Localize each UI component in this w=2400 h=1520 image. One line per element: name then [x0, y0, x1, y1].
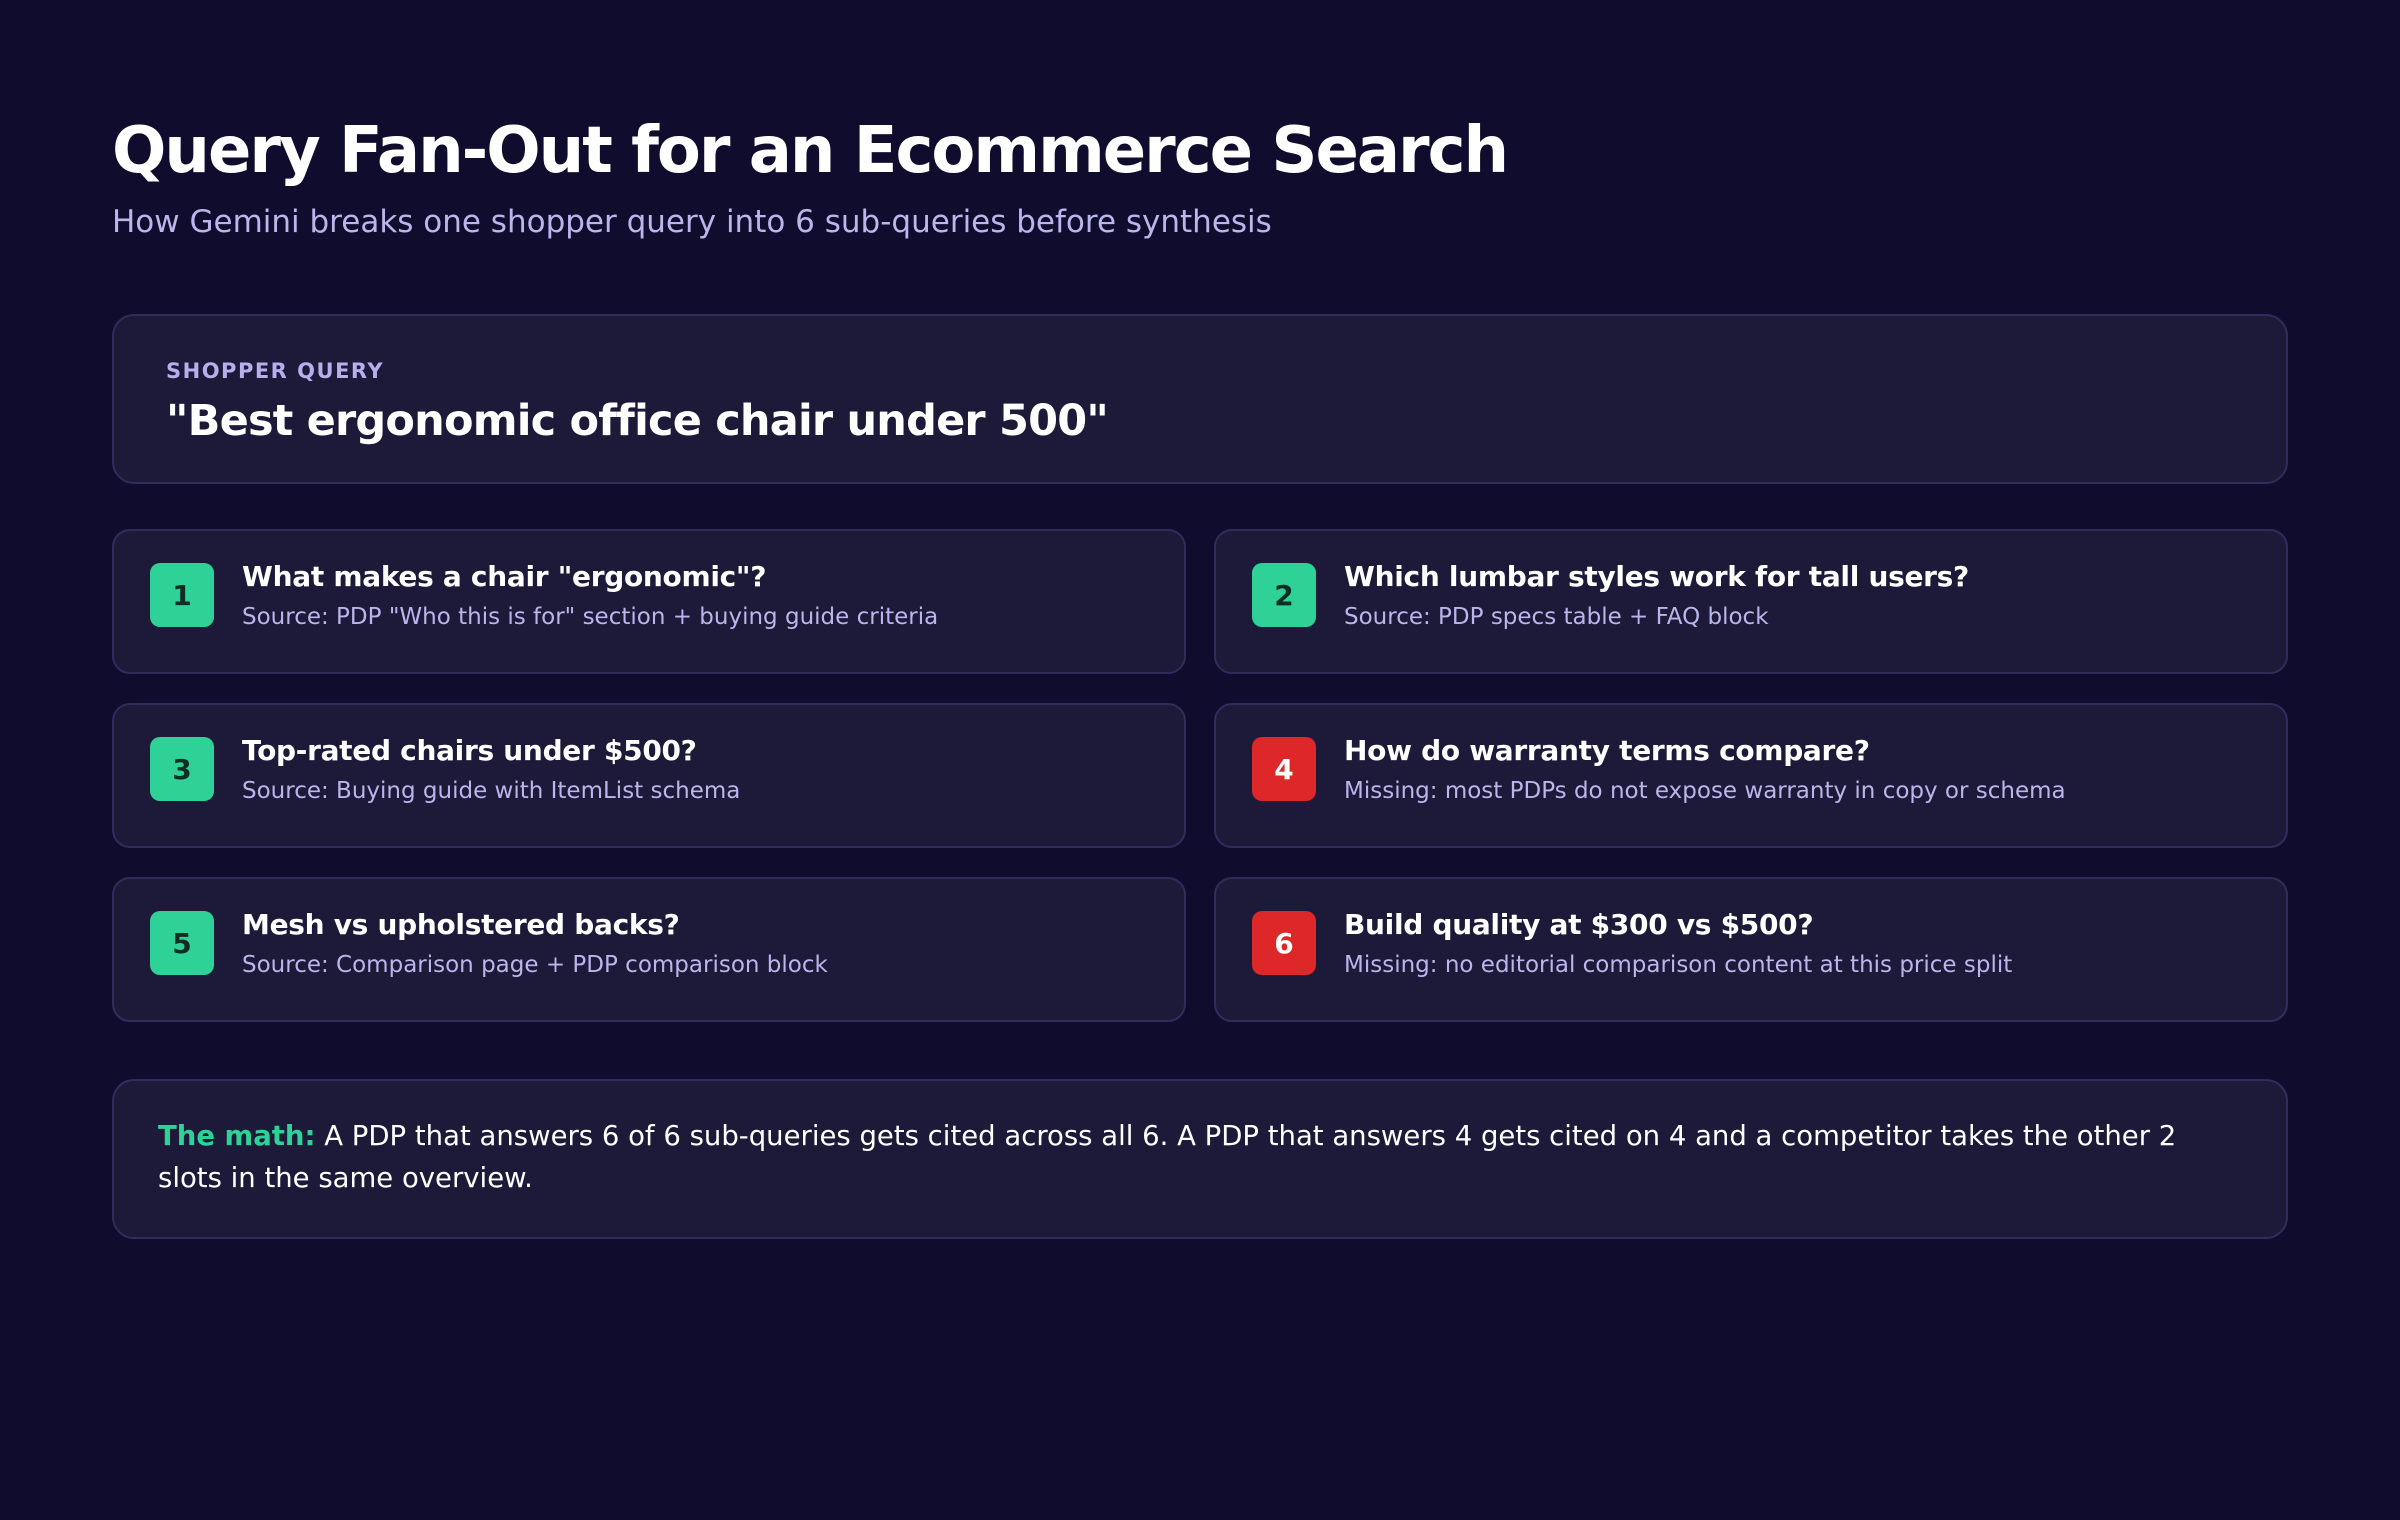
infographic: Query Fan-Out for an Ecommerce Search Ho…	[112, 112, 2288, 1239]
missing-number-badge: 6	[1252, 911, 1316, 975]
covered-number-badge: 1	[150, 563, 214, 627]
subquery-card-4: 4 How do warranty terms compare? Missing…	[1214, 703, 2288, 848]
query-text: "Best ergonomic office chair under 500"	[166, 396, 1109, 446]
subquery-source: Source: Comparison page + PDP comparison…	[242, 952, 828, 978]
subquery-missing-note: Missing: most PDPs do not expose warrant…	[1344, 778, 2066, 804]
subquery-question: Mesh vs upholstered backs?	[242, 908, 680, 941]
covered-number-badge: 3	[150, 737, 214, 801]
subquery-source: Source: PDP "Who this is for" section + …	[242, 604, 939, 630]
query-kicker: SHOPPER QUERY	[166, 359, 385, 383]
math-paragraph: The math: A PDP that answers 6 of 6 sub-…	[158, 1115, 2242, 1199]
subquery-question: Which lumbar styles work for tall users?	[1344, 560, 1969, 593]
math-label: The math:	[158, 1120, 316, 1152]
subquery-question: Build quality at $300 vs $500?	[1344, 908, 1814, 941]
shopper-query-panel: SHOPPER QUERY "Best ergonomic office cha…	[112, 314, 2288, 484]
subquery-missing-note: Missing: no editorial comparison content…	[1344, 952, 2013, 978]
missing-number-badge: 4	[1252, 737, 1316, 801]
subquery-question: How do warranty terms compare?	[1344, 734, 1870, 767]
subquery-card-5: 5 Mesh vs upholstered backs? Source: Com…	[112, 877, 1186, 1022]
subquery-card-1: 1 What makes a chair "ergonomic"? Source…	[112, 529, 1186, 674]
subquery-question: What makes a chair "ergonomic"?	[242, 560, 767, 593]
subquery-question: Top-rated chairs under $500?	[242, 734, 697, 767]
subquery-source: Source: PDP specs table + FAQ block	[1344, 604, 1769, 630]
covered-number-badge: 2	[1252, 563, 1316, 627]
subquery-card-2: 2 Which lumbar styles work for tall user…	[1214, 529, 2288, 674]
page-subtitle: How Gemini breaks one shopper query into…	[112, 204, 1272, 240]
subquery-source: Source: Buying guide with ItemList schem…	[242, 778, 741, 804]
subquery-grid: 1 What makes a chair "ergonomic"? Source…	[112, 529, 2288, 1022]
subquery-card-6: 6 Build quality at $300 vs $500? Missing…	[1214, 877, 2288, 1022]
math-text: A PDP that answers 6 of 6 sub-queries ge…	[158, 1120, 2177, 1194]
page-title: Query Fan-Out for an Ecommerce Search	[112, 114, 1509, 188]
covered-number-badge: 5	[150, 911, 214, 975]
math-callout: The math: A PDP that answers 6 of 6 sub-…	[112, 1079, 2288, 1239]
subquery-card-3: 3 Top-rated chairs under $500? Source: B…	[112, 703, 1186, 848]
